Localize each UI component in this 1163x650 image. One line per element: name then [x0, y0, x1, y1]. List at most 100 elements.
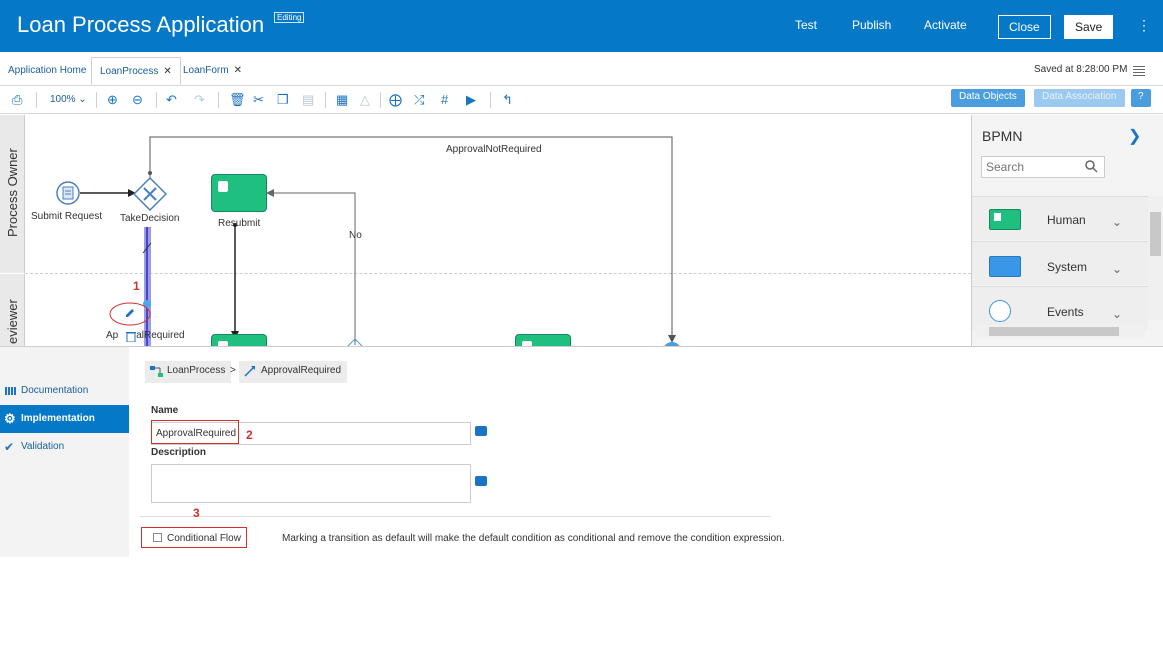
- annotation-3: 3: [193, 506, 200, 520]
- start-event-icon[interactable]: [55, 180, 81, 206]
- tab-label: LoanProcess: [100, 66, 159, 77]
- submit-request-label: Submit Request: [31, 211, 103, 222]
- properties-panel: Documentation ⚙ Implementation ✔ Validat…: [0, 346, 1163, 557]
- publish-button[interactable]: Publish: [852, 18, 891, 32]
- system-task-icon: [989, 256, 1021, 277]
- palette-item-label: Human: [1047, 213, 1086, 227]
- no-flow-label: No: [349, 230, 362, 241]
- sidebar-item-label: Validation: [21, 441, 65, 452]
- data-association-button[interactable]: Data Association: [1034, 89, 1125, 107]
- tab-application-home[interactable]: Application Home: [0, 57, 94, 85]
- sidebar-item-validation[interactable]: ✔ Validation: [0, 433, 129, 461]
- chevron-right-icon[interactable]: ❯: [1128, 126, 1141, 146]
- chevron-down-icon[interactable]: ⌄: [1112, 307, 1122, 321]
- saved-status: Saved at 8:28:00 PM: [1034, 64, 1128, 75]
- copy-icon[interactable]: ❐: [277, 92, 289, 108]
- close-tab-icon[interactable]: ✕: [163, 66, 171, 77]
- gateway-icon[interactable]: [133, 177, 167, 211]
- bpmn-palette: BPMN ❯ Human ⌄ System ⌄ Events ⌄: [971, 115, 1163, 346]
- conditional-flow-label: Conditional Flow: [167, 533, 241, 544]
- search-icon[interactable]: [1085, 160, 1098, 173]
- approve-task[interactable]: [515, 334, 571, 346]
- name-label: Name: [151, 405, 179, 416]
- annotation-box-2: [151, 420, 239, 444]
- form-divider: [140, 516, 771, 517]
- app-header: Loan Process Application Editing Test Pu…: [0, 0, 1163, 52]
- more-options-icon[interactable]: ⋮: [1137, 17, 1151, 34]
- zoom-dropdown[interactable]: 100% ⌄: [50, 94, 87, 105]
- print-icon[interactable]: ⎙: [12, 92, 22, 108]
- zoom-out-icon[interactable]: ⊖: [132, 92, 143, 108]
- undo-icon[interactable]: ↶: [166, 92, 177, 108]
- sidebar-item-documentation[interactable]: Documentation: [0, 377, 129, 405]
- check-icon: ✔: [4, 440, 15, 454]
- tab-bar: Application Home LoanProcess ✕ LoanForm ✕: [0, 57, 1163, 86]
- take-decision-label: TakeDecision: [120, 213, 180, 224]
- annotation-2: 2: [246, 428, 253, 442]
- palette-scrollbar-vertical[interactable]: [1148, 196, 1163, 320]
- translate-icon[interactable]: [475, 476, 487, 486]
- lock-icon[interactable]: △: [360, 92, 370, 108]
- save-button[interactable]: Save: [1064, 15, 1114, 39]
- scroll-thumb[interactable]: [1150, 212, 1161, 256]
- resubmit-task[interactable]: [211, 174, 267, 212]
- human-task-icon: [989, 209, 1021, 230]
- approval-required-label: Ap alRequired: [106, 330, 185, 341]
- connector-icon[interactable]: ↰: [502, 92, 513, 108]
- delete-icon[interactable]: 🗑: [229, 92, 246, 108]
- close-tab-icon[interactable]: ✕: [234, 65, 242, 76]
- annotation-1: 1: [133, 279, 140, 293]
- app-root: Loan Process Application Editing Test Pu…: [0, 0, 1163, 557]
- tab-loanprocess[interactable]: LoanProcess ✕: [91, 57, 181, 85]
- redo-icon[interactable]: ↷: [194, 92, 205, 108]
- play-icon[interactable]: ▶: [466, 92, 476, 108]
- palette-item-label: System: [1047, 260, 1088, 274]
- review-task[interactable]: [211, 334, 267, 346]
- palette-item-human[interactable]: Human ⌄: [972, 196, 1148, 240]
- sidebar-item-implementation[interactable]: ⚙ Implementation: [0, 405, 129, 433]
- description-textarea[interactable]: [151, 464, 471, 503]
- shuffle-icon[interactable]: ⤮: [414, 92, 424, 108]
- toolbar-divider: [380, 92, 381, 108]
- description-label: Description: [151, 447, 207, 458]
- tab-loanform[interactable]: LoanForm ✕: [175, 57, 250, 85]
- zoom-in-icon[interactable]: ⊕: [107, 92, 118, 108]
- sidebar-item-label: Documentation: [21, 385, 89, 396]
- chevron-down-icon[interactable]: ⌄: [1112, 262, 1122, 276]
- cut-icon[interactable]: ✂: [253, 92, 264, 108]
- sidebar-item-label: Implementation: [21, 413, 95, 424]
- palette-scrollbar-horizontal[interactable]: [975, 324, 1145, 339]
- hash-icon[interactable]: #: [441, 92, 448, 107]
- help-button[interactable]: ?: [1131, 89, 1151, 107]
- tab-label: Application Home: [8, 65, 87, 76]
- user-task-icon: [218, 181, 228, 192]
- data-objects-button[interactable]: Data Objects: [951, 89, 1025, 107]
- pencil-icon[interactable]: [124, 307, 136, 319]
- scroll-thumb[interactable]: [989, 327, 1119, 336]
- gear-icon: ⚙: [4, 411, 16, 426]
- close-button[interactable]: Close: [998, 15, 1051, 39]
- conditional-flow-checkbox[interactable]: [153, 533, 162, 542]
- process-canvas[interactable]: Process Owner eviewer Submit Request Tak…: [0, 115, 971, 346]
- breadcrumb-process[interactable]: LoanProcess: [145, 361, 232, 383]
- menu-icon[interactable]: [1133, 66, 1145, 78]
- chevron-down-icon[interactable]: ⌄: [1112, 215, 1122, 229]
- breadcrumb-separator: >: [230, 365, 236, 376]
- properties-sidebar: Documentation ⚙ Implementation ✔ Validat…: [0, 347, 129, 557]
- toolbar-divider: [218, 92, 219, 108]
- label-part: Ap: [106, 330, 119, 341]
- toolbar-divider: [490, 92, 491, 108]
- translate-icon[interactable]: [475, 426, 487, 436]
- align-icon[interactable]: ⨁: [389, 92, 402, 108]
- label-part: alRequired: [136, 330, 185, 341]
- test-button[interactable]: Test: [795, 18, 817, 32]
- grid-icon[interactable]: ▦: [336, 92, 348, 108]
- app-title: Loan Process Application: [17, 12, 265, 37]
- paste-icon[interactable]: ▤: [302, 92, 314, 108]
- breadcrumb-label: LoanProcess: [167, 365, 226, 376]
- breadcrumb-label: ApprovalRequired: [261, 365, 342, 376]
- breadcrumb-flow[interactable]: ApprovalRequired: [239, 361, 348, 383]
- tab-label: LoanForm: [183, 65, 229, 76]
- palette-item-system[interactable]: System ⌄: [972, 241, 1148, 285]
- activate-button[interactable]: Activate: [924, 18, 967, 32]
